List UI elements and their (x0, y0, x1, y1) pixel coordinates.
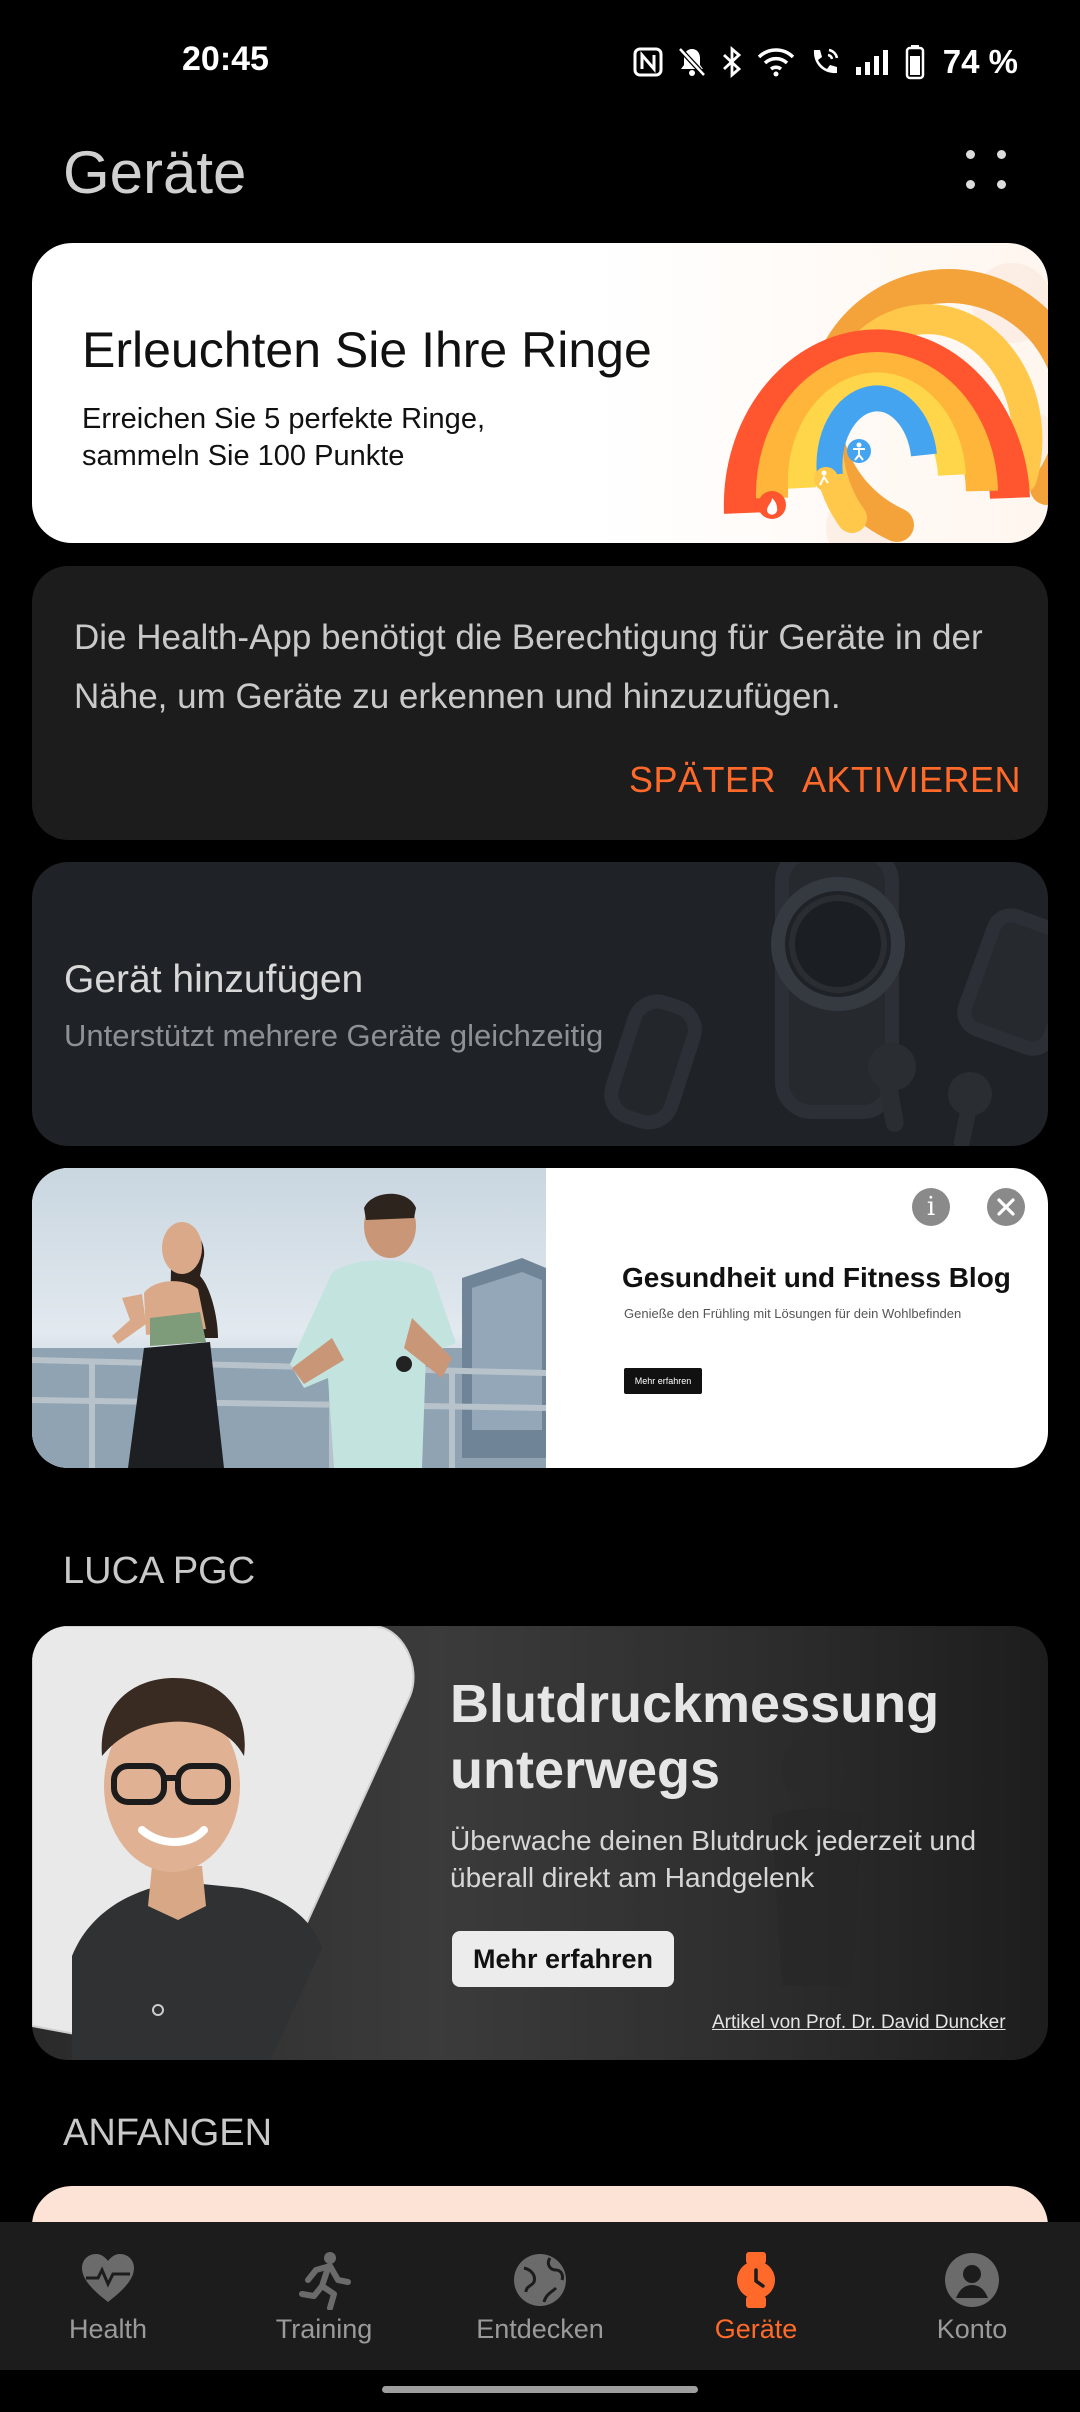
nav-label: Health (68, 2314, 148, 2344)
later-button[interactable]: SPÄTER (629, 759, 776, 801)
luca-text: Überwache deinen Blutdruck jederzeit und… (450, 1825, 977, 1893)
wifi-icon (757, 47, 795, 77)
page-title: Geräte (63, 139, 247, 206)
rings-title: Erleuchten Sie Ihre Ringe (82, 322, 652, 378)
signal-icon (855, 48, 891, 76)
status-time: 20:45 (182, 40, 269, 78)
bottom-navigation: Health Training Entdecken Geräte Konto (0, 2222, 1080, 2370)
home-indicator[interactable] (382, 2386, 698, 2393)
permission-text: Die Health-App benötigt die Berechtigung… (74, 618, 983, 716)
rings-illustration (723, 263, 1048, 543)
nav-training[interactable]: Training (216, 2222, 432, 2370)
nav-label: Geräte (714, 2314, 798, 2344)
more-dots-icon[interactable] (960, 146, 1012, 192)
add-device-card[interactable]: Gerät hinzufügen Unterstützt mehrere Ger… (32, 862, 1048, 1146)
battery-icon (905, 44, 925, 80)
ad-banner[interactable]: Gesundheit und Fitness Blog Genieße den … (32, 1168, 1048, 1468)
luca-credit-link[interactable]: Artikel von Prof. Dr. David Duncker (712, 2012, 1006, 2034)
info-icon[interactable]: i (912, 1188, 950, 1226)
bluetooth-icon (721, 46, 743, 78)
wifi-calling-icon (809, 46, 841, 78)
ad-description: Genieße den Frühling mit Lösungen für de… (624, 1306, 962, 1321)
section-header-start: ANFANGEN (63, 2112, 273, 2154)
add-device-title: Gerät hinzufügen (64, 958, 364, 1001)
rings-promo-card[interactable]: Erleuchten Sie Ihre Ringe Erreichen Sie … (32, 243, 1048, 543)
ad-learn-more-button[interactable]: Mehr erfahren (624, 1368, 702, 1394)
nav-label: Training (275, 2314, 373, 2344)
rings-subtitle: Erreichen Sie 5 perfekte Ringe, sammeln … (82, 403, 485, 472)
ad-title: Gesundheit und Fitness Blog (622, 1262, 1011, 1293)
nav-label: Entdecken (476, 2314, 604, 2344)
notifications-off-icon (677, 46, 707, 78)
luca-learn-more-button[interactable]: Mehr erfahren (452, 1931, 674, 1987)
nav-account[interactable]: Konto (864, 2222, 1080, 2370)
devices-illustration (604, 862, 1048, 1146)
add-device-subtitle: Unterstützt mehrere Geräte gleichzeitig (64, 1018, 604, 1053)
nfc-icon (633, 47, 663, 77)
activate-button[interactable]: AKTIVIEREN (802, 759, 1021, 801)
nav-discover[interactable]: Entdecken (432, 2222, 648, 2370)
heart-pulse-icon (82, 2254, 134, 2302)
section-header-luca: LUCA PGC (63, 1550, 256, 1592)
battery-percent: 74 % (942, 43, 1018, 80)
nav-label: Konto (936, 2314, 1008, 2344)
runners-photo (32, 1168, 546, 1468)
nav-devices[interactable]: Geräte (648, 2222, 864, 2370)
permission-card: Die Health-App benötigt die Berechtigung… (32, 566, 1048, 840)
watch-icon (737, 2252, 775, 2308)
globe-icon (514, 2254, 566, 2306)
status-icons: 74 % (633, 42, 1018, 82)
runner-icon (299, 2252, 351, 2310)
close-icon[interactable] (987, 1188, 1025, 1226)
luca-title: Blutdruckmessung unterwegs (450, 1674, 940, 1800)
nav-health[interactable]: Health (0, 2222, 216, 2370)
luca-article-card[interactable]: Blutdruckmessung unterwegs Überwache dei… (32, 1626, 1048, 2060)
person-icon (945, 2253, 999, 2307)
